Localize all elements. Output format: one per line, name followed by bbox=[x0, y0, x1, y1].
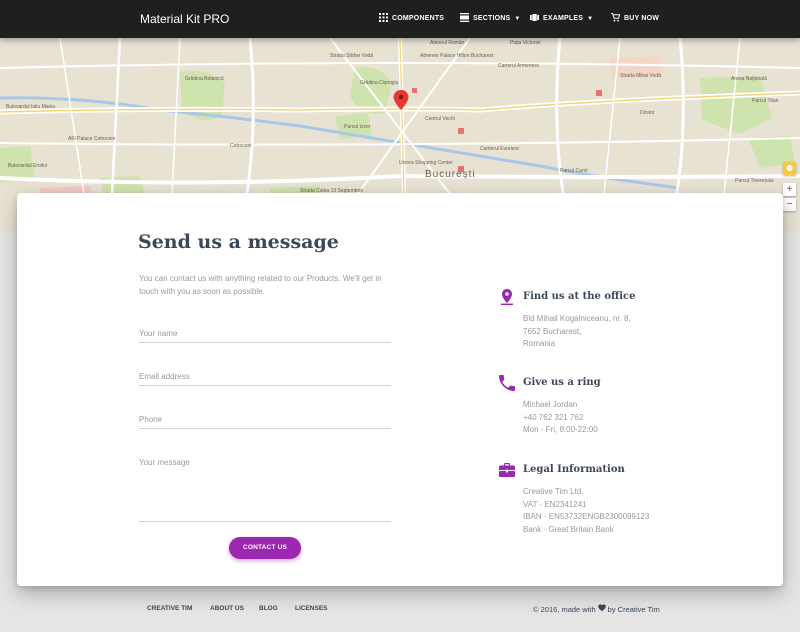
phone-field[interactable]: Phone bbox=[139, 407, 391, 429]
map-label: Unirea Shopping Center bbox=[399, 160, 453, 166]
contact-description: You can contact us with anything related… bbox=[139, 274, 382, 296]
info-office-lines: Bld Mihail Kogalniceanu, nr. 8, 7652 Buc… bbox=[523, 313, 631, 351]
nav-buy-now-label: Buy Now bbox=[624, 15, 660, 22]
footer-link-creative-tim[interactable]: Creative Tim bbox=[147, 605, 192, 612]
map-label: Grădina Botanică bbox=[185, 76, 224, 82]
map-label: Strada Știrbei Vodă bbox=[330, 53, 374, 59]
info-line: Bank · Great Britain Bank bbox=[523, 524, 614, 534]
street-view-icon[interactable]: ☻ bbox=[783, 162, 796, 175]
nav-sections-label: Sections bbox=[473, 15, 511, 22]
map-label: Parcul Carol bbox=[560, 168, 588, 174]
zoom-out-button[interactable]: − bbox=[783, 198, 796, 211]
nav-buy-now[interactable]: Buy Now bbox=[611, 13, 659, 24]
map-label: Carterul Armenesc bbox=[498, 63, 540, 69]
map-label: Centrul Vechi bbox=[425, 116, 455, 122]
email-field[interactable]: Email address bbox=[139, 364, 391, 386]
footer-link-about-us[interactable]: About Us bbox=[210, 605, 244, 612]
nav-examples-label: Examples bbox=[543, 15, 584, 22]
name-field-label: Your name bbox=[139, 329, 178, 338]
heart-icon bbox=[597, 604, 606, 614]
map-label: Dristor bbox=[640, 110, 655, 116]
apps-grid-icon bbox=[379, 13, 388, 24]
info-line: IBAN · EN53732ENGB2300099123 bbox=[523, 512, 650, 521]
info-legal-lines: Creative Tim Ltd. VAT · EN2341241 IBAN ·… bbox=[523, 486, 649, 536]
message-field[interactable]: Your message bbox=[139, 450, 391, 522]
map-label: Strada Mihai Vodă bbox=[620, 73, 661, 79]
email-field-label: Email address bbox=[139, 372, 190, 381]
map-label: Ateneul Român bbox=[430, 40, 465, 46]
map-label: Parcul Titan bbox=[752, 98, 779, 104]
map-label: Bulevardul Eroilor bbox=[8, 163, 48, 169]
map-label: Parcul Tineretului bbox=[735, 178, 774, 184]
map-city-label: București bbox=[425, 169, 476, 180]
map-label: AFI Palace Cotroceni bbox=[68, 136, 116, 142]
info-phone-title: Give us a ring bbox=[523, 377, 601, 388]
pin-drop-icon bbox=[499, 289, 515, 305]
name-field[interactable]: Your name bbox=[139, 321, 391, 343]
info-line: +40 762 321 762 bbox=[523, 412, 584, 422]
business-center-icon bbox=[499, 462, 515, 478]
copyright-prefix: © 2016, made with bbox=[533, 604, 596, 614]
map-label: Bulevardul Iuliu Maniu bbox=[6, 104, 56, 110]
zoom-in-button[interactable]: + bbox=[783, 183, 796, 196]
footer-link-licenses[interactable]: Licenses bbox=[295, 605, 328, 612]
info-line: Mon - Fri, 8:00-22:00 bbox=[523, 425, 598, 434]
nav-components[interactable]: Components bbox=[379, 13, 444, 24]
copyright-suffix: by Creative Tim bbox=[607, 604, 660, 614]
view-carousel-icon bbox=[530, 13, 539, 24]
chevron-down-icon: ▼ bbox=[587, 15, 594, 22]
page-title: Send us a message bbox=[138, 231, 339, 253]
chevron-down-icon: ▼ bbox=[514, 15, 521, 22]
phone-field-label: Phone bbox=[139, 415, 163, 424]
map-label: Cartierul Evreiesc bbox=[480, 146, 520, 152]
nav-sections[interactable]: Sections ▼ bbox=[460, 13, 521, 24]
map-label: Grădina Cișmigiu bbox=[360, 80, 399, 86]
message-field-label: Your message bbox=[139, 458, 190, 467]
contact-card: Send us a message You can contact us wit… bbox=[17, 193, 783, 586]
copyright: © 2016, made with by Creative Tim bbox=[533, 604, 660, 614]
info-office-title: Find us at the office bbox=[523, 291, 636, 302]
nav-examples[interactable]: Examples ▼ bbox=[530, 13, 593, 24]
view-day-icon bbox=[460, 13, 469, 24]
map-label: Arena Națională bbox=[731, 76, 767, 82]
info-line: 7652 Bucharest, bbox=[523, 326, 582, 336]
map-label: Cotroceni bbox=[230, 143, 252, 149]
info-line: VAT · EN2341241 bbox=[523, 499, 587, 509]
info-line: Michael Jordan bbox=[523, 400, 578, 409]
info-line: Romania bbox=[523, 339, 556, 348]
info-line: Bld Mihail Kogalniceanu, nr. 8, bbox=[523, 314, 631, 323]
nav-components-label: Components bbox=[392, 15, 445, 22]
map-label: Parcul Izvor bbox=[344, 124, 371, 130]
shopping-cart-icon bbox=[611, 13, 621, 24]
map-label: Piața Victoriei bbox=[510, 40, 541, 46]
info-phone-lines: Michael Jordan +40 762 321 762 Mon - Fri… bbox=[523, 399, 598, 437]
footer: Creative Tim About Us Blog Licenses © 20… bbox=[0, 600, 800, 620]
info-line: Creative Tim Ltd. bbox=[523, 487, 584, 496]
map-label: Athenee Palace Hilton Bucharest bbox=[420, 53, 494, 59]
info-legal-title: Legal Information bbox=[523, 464, 625, 475]
footer-link-blog[interactable]: Blog bbox=[259, 605, 278, 612]
phone-icon bbox=[499, 375, 515, 391]
brand-link[interactable]: Material Kit PRO bbox=[140, 12, 229, 26]
navbar: Material Kit PRO Components Sections ▼ E… bbox=[0, 0, 800, 38]
contact-us-button[interactable]: Contact Us bbox=[229, 537, 301, 559]
